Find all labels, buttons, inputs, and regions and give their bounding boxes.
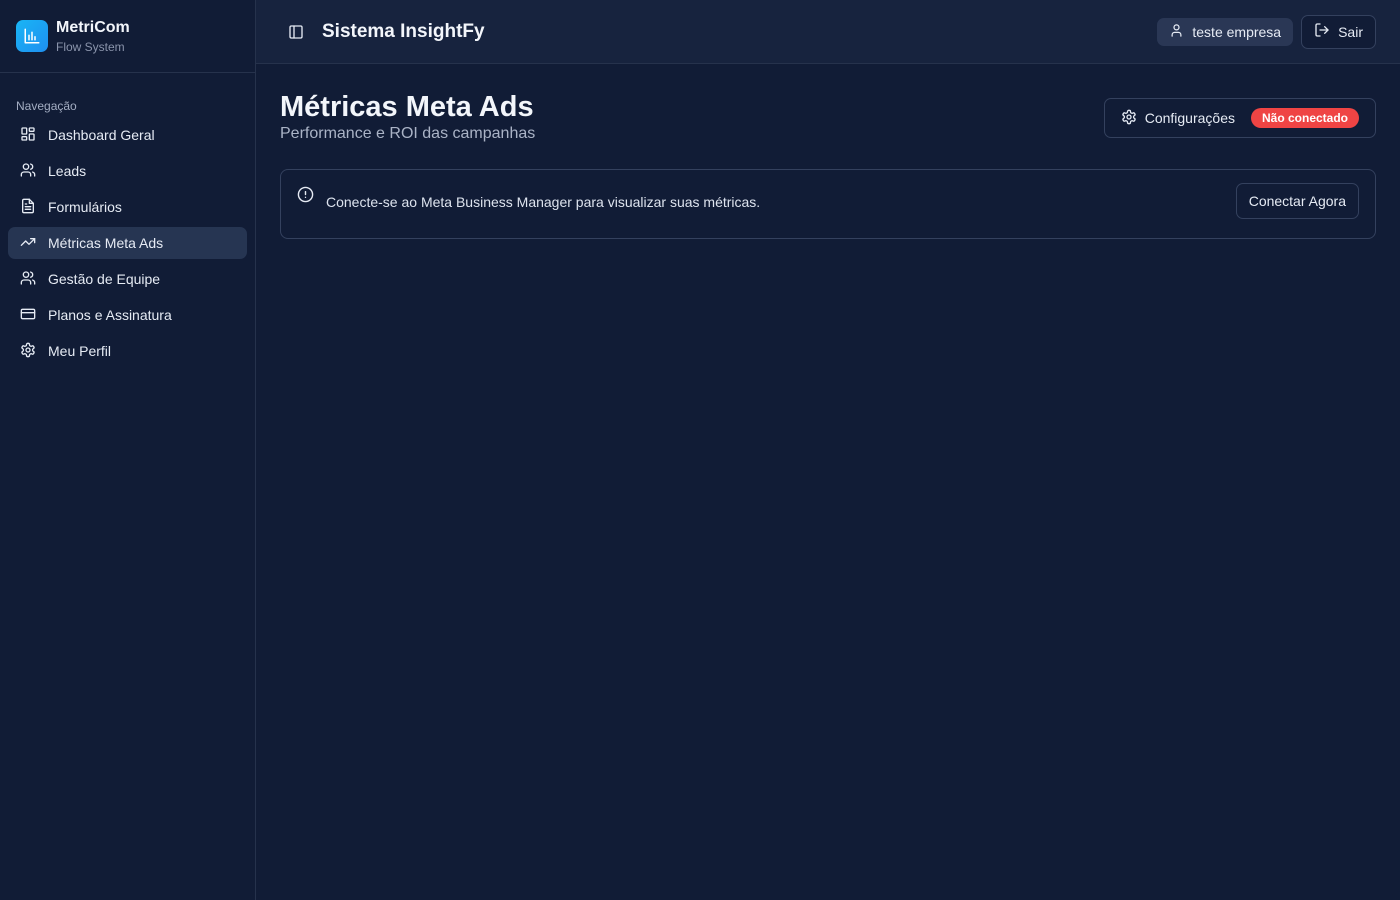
page-title: Métricas Meta Ads	[280, 91, 534, 123]
bar-chart-icon	[16, 20, 48, 52]
layout-grid-icon	[20, 126, 36, 145]
log-out-icon	[1314, 22, 1330, 41]
sidebar-item-plans[interactable]: Planos e Assinatura	[8, 299, 247, 331]
brand-subtitle: Flow System	[56, 39, 125, 54]
sidebar: MetriCom Flow System Navegação Dashboard…	[0, 0, 256, 900]
credit-card-icon	[20, 306, 36, 325]
users-icon	[20, 162, 36, 181]
alert-message: Conecte-se ao Meta Business Manager para…	[326, 194, 761, 210]
main-area: Sistema InsightFy teste empresa Sair Mét…	[256, 0, 1400, 900]
sidebar-item-label: Dashboard Geral	[48, 127, 155, 143]
nav-heading: Navegação	[16, 99, 77, 113]
sidebar-item-leads[interactable]: Leads	[8, 155, 247, 187]
users-icon	[20, 270, 36, 289]
sidebar-item-label: Métricas Meta Ads	[48, 235, 164, 251]
sidebar-toggle-icon[interactable]	[284, 20, 308, 44]
gear-icon	[20, 342, 36, 361]
brand-text: MetriCom Flow System	[56, 18, 130, 55]
connect-now-button[interactable]: Conectar Agora	[1235, 183, 1359, 219]
sidebar-nav: Navegação Dashboard Geral Leads Formulár…	[0, 73, 255, 367]
page-heading-group: Métricas Meta Ads Performance e ROI das …	[280, 92, 535, 143]
user-name: teste empresa	[1192, 23, 1282, 40]
brand-name: MetriCom	[56, 18, 130, 36]
sidebar-item-dashboard[interactable]: Dashboard Geral	[8, 119, 247, 151]
sidebar-item-label: Planos e Assinatura	[48, 307, 172, 323]
settings-button[interactable]: Configurações Não conectado	[1103, 98, 1376, 138]
logout-label: Sair	[1338, 23, 1363, 40]
alert-circle-icon	[297, 186, 314, 208]
app-root: MetriCom Flow System Navegação Dashboard…	[0, 0, 1400, 900]
file-text-icon	[20, 198, 36, 217]
status-badge: Não conectado	[1250, 108, 1359, 128]
brand: MetriCom Flow System	[0, 0, 255, 73]
sidebar-item-profile[interactable]: Meu Perfil	[8, 335, 247, 367]
sidebar-item-label: Formulários	[48, 199, 122, 215]
page-content: Métricas Meta Ads Performance e ROI das …	[256, 64, 1400, 267]
user-icon	[1169, 23, 1184, 41]
page-subtitle: Performance e ROI das campanhas	[280, 125, 536, 142]
gear-icon	[1121, 109, 1137, 128]
sidebar-item-forms[interactable]: Formulários	[8, 191, 247, 223]
topbar: Sistema InsightFy teste empresa Sair	[256, 0, 1400, 64]
connect-alert: Conecte-se ao Meta Business Manager para…	[280, 169, 1376, 239]
sidebar-item-label: Leads	[48, 163, 87, 179]
user-chip[interactable]: teste empresa	[1157, 17, 1294, 46]
sidebar-item-label: Meu Perfil	[48, 343, 112, 359]
page-header: Métricas Meta Ads Performance e ROI das …	[280, 92, 1376, 143]
trending-up-icon	[20, 234, 36, 253]
sidebar-item-meta-ads[interactable]: Métricas Meta Ads	[8, 227, 247, 259]
sidebar-item-label: Gestão de Equipe	[48, 271, 161, 287]
logout-button[interactable]: Sair	[1301, 14, 1376, 49]
topbar-actions: teste empresa Sair	[1157, 14, 1376, 49]
sidebar-item-team[interactable]: Gestão de Equipe	[8, 263, 247, 295]
settings-label: Configurações	[1144, 110, 1235, 126]
app-title: Sistema InsightFy	[322, 20, 485, 42]
